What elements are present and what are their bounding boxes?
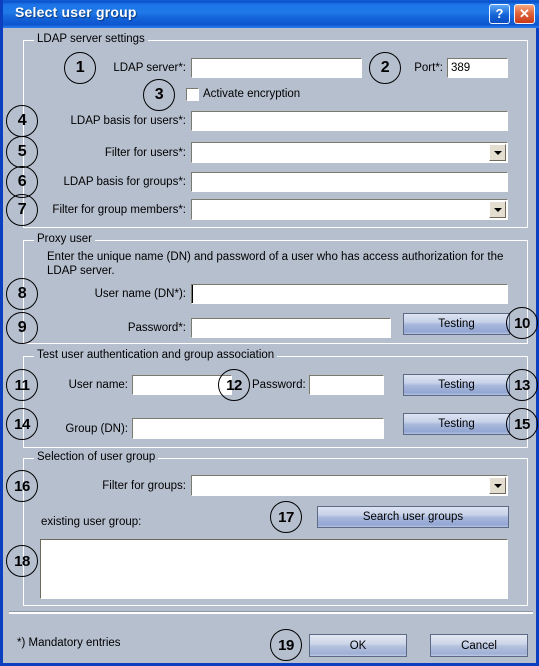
callout-16: 16: [6, 470, 38, 502]
listbox-existing-user-groups[interactable]: [40, 539, 508, 599]
callout-18: 18: [6, 545, 38, 577]
callout-9: 9: [6, 312, 38, 344]
label-ldap-basis-users: LDAP basis for users*:: [70, 115, 186, 127]
window-title: Select user group: [15, 4, 137, 20]
label-proxy-password: Password*:: [127, 322, 186, 334]
dialog-window: Select user group ? ✕ LDAP server settin…: [0, 0, 539, 666]
callout-5: 5: [6, 136, 38, 168]
help-icon[interactable]: ?: [489, 4, 510, 24]
callout-13: 13: [506, 369, 538, 401]
group-title-selection: Selection of user group: [34, 451, 159, 463]
button-test-user[interactable]: Testing: [403, 374, 510, 396]
group-title-test: Test user authentication and group assoc…: [34, 349, 278, 361]
callout-17: 17: [270, 501, 302, 533]
input-ldap-basis-users[interactable]: [191, 111, 508, 131]
input-ldap-basis-groups[interactable]: [191, 172, 508, 192]
label-filter-users: Filter for users*:: [104, 147, 186, 159]
input-port[interactable]: [447, 58, 508, 78]
input-test-username[interactable]: [132, 375, 232, 395]
label-activate-encryption: Activate encryption: [203, 88, 301, 100]
label-existing-user-group: existing user group:: [41, 516, 142, 528]
close-icon[interactable]: ✕: [514, 4, 535, 24]
input-proxy-username[interactable]: [191, 284, 508, 304]
checkbox-activate-encryption[interactable]: [186, 88, 199, 101]
label-port: Port*:: [414, 62, 443, 74]
combo-filter-users[interactable]: [191, 142, 508, 163]
input-test-password[interactable]: [309, 375, 384, 395]
label-filter-group-members: Filter for group members*:: [52, 204, 186, 216]
button-test-group[interactable]: Testing: [403, 413, 510, 435]
button-ok[interactable]: OK: [309, 634, 407, 657]
callout-1: 1: [64, 52, 96, 84]
callout-12: 12: [218, 369, 250, 401]
button-cancel[interactable]: Cancel: [430, 634, 528, 657]
button-search-user-groups[interactable]: Search user groups: [317, 506, 509, 528]
proxy-description: Enter the unique name (DN) and password …: [47, 251, 504, 277]
callout-19: 19: [270, 629, 302, 661]
combo-filter-group-members[interactable]: [191, 199, 508, 220]
combo-filter-groups[interactable]: [191, 475, 508, 496]
label-test-group-dn: Group (DN):: [65, 423, 128, 435]
chevron-down-icon[interactable]: [489, 144, 506, 161]
callout-7: 7: [6, 194, 38, 226]
callout-4: 4: [6, 105, 38, 137]
label-test-username: User name:: [68, 379, 128, 391]
callout-2: 2: [369, 52, 401, 84]
label-filter-groups: Filter for groups:: [102, 480, 186, 492]
callout-11: 11: [6, 369, 38, 401]
callout-15: 15: [506, 408, 538, 440]
label-ldap-basis-groups: LDAP basis for groups*:: [63, 176, 186, 188]
button-proxy-test[interactable]: Testing: [403, 313, 510, 335]
callout-14: 14: [6, 408, 38, 440]
chevron-down-icon[interactable]: [489, 477, 506, 494]
callout-3: 3: [143, 79, 175, 111]
input-proxy-password[interactable]: [191, 318, 391, 338]
title-bar: Select user group ? ✕: [3, 0, 539, 28]
callout-10: 10: [506, 307, 538, 339]
footer-divider: [9, 611, 533, 614]
input-ldap-server[interactable]: [191, 58, 362, 78]
label-proxy-username: User name (DN*):: [94, 288, 186, 300]
mandatory-entries-note: *) Mandatory entries: [17, 637, 121, 649]
group-title-ldap: LDAP server settings: [34, 33, 148, 45]
chevron-down-icon[interactable]: [489, 201, 506, 218]
callout-8: 8: [6, 278, 38, 310]
input-test-group-dn[interactable]: [132, 418, 384, 439]
group-title-proxy: Proxy user: [34, 233, 95, 245]
